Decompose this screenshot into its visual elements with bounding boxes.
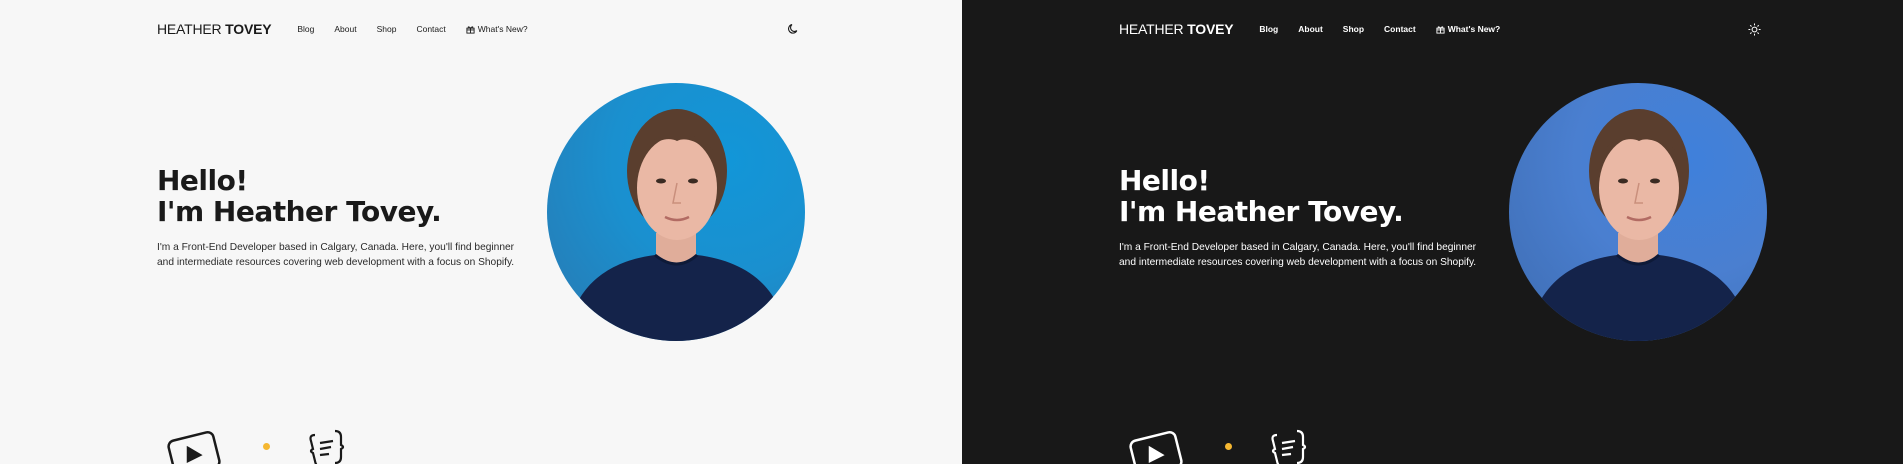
nav-whats-new-label: What's New? xyxy=(477,24,528,34)
document-icon xyxy=(309,429,345,464)
hero-heading-line2: I'm Heather Tovey. xyxy=(157,195,442,228)
nav-whats-new[interactable]: What's New? xyxy=(466,24,528,34)
nav-about[interactable]: About xyxy=(334,24,356,34)
nav-blog[interactable]: Blog xyxy=(297,24,314,34)
nav-shop[interactable]: Shop xyxy=(377,24,397,34)
site-logo-dark[interactable]: HEATHER TOVEY xyxy=(1119,21,1234,37)
hero-description: I'm a Front-End Developer based in Calga… xyxy=(157,240,514,270)
main-nav-dark: Blog About Shop Contact What's New? xyxy=(1259,24,1520,34)
sun-icon xyxy=(1747,22,1761,36)
logo-last-dark: TOVEY xyxy=(1187,21,1234,37)
play-icon xyxy=(1129,430,1183,464)
hero-heading-dark: Hello! I'm Heather Tovey. xyxy=(1119,164,1404,228)
hero-description-line1: I'm a Front-End Developer based in Calga… xyxy=(157,242,515,253)
logo-first: HEATHER xyxy=(157,21,226,37)
hero-description-line1-dark: I'm a Front-End Developer based in Calga… xyxy=(1119,242,1477,253)
profile-photo xyxy=(547,83,805,341)
light-theme-panel: HEATHER TOVEY Blog About Shop Contact Wh… xyxy=(0,0,962,464)
hero-description-line2-dark: and intermediate resources covering web … xyxy=(1119,257,1477,268)
nav-whats-new-label-dark: What's New? xyxy=(1447,24,1501,34)
main-nav: Blog About Shop Contact What's New? xyxy=(297,24,547,34)
logo-first-dark: HEATHER xyxy=(1119,21,1188,37)
nav-about-dark[interactable]: About xyxy=(1298,24,1323,34)
site-header-dark: HEATHER TOVEY Blog About Shop Contact Wh… xyxy=(1119,20,1520,38)
nav-contact[interactable]: Contact xyxy=(416,24,445,34)
dark-theme-panel: HEATHER TOVEY Blog About Shop Contact Wh… xyxy=(962,0,1903,464)
nav-shop-dark[interactable]: Shop xyxy=(1343,24,1364,34)
document-icon xyxy=(1271,429,1307,464)
hero-description-line2: and intermediate resources covering web … xyxy=(157,257,515,268)
profile-photo-dark xyxy=(1509,83,1767,341)
hero-description-dark: I'm a Front-End Developer based in Calga… xyxy=(1119,240,1476,270)
accent-dot-dark xyxy=(1225,443,1232,450)
hero-heading-line1-dark: Hello! xyxy=(1119,164,1210,197)
logo-last: TOVEY xyxy=(225,21,272,37)
theme-toggle-button[interactable] xyxy=(785,21,801,37)
nav-whats-new-dark[interactable]: What's New? xyxy=(1436,24,1501,34)
gift-icon xyxy=(466,25,475,34)
play-icon xyxy=(167,430,221,464)
nav-blog-dark[interactable]: Blog xyxy=(1259,24,1278,34)
theme-toggle-button-dark[interactable] xyxy=(1746,21,1762,37)
hero-heading: Hello! I'm Heather Tovey. xyxy=(157,164,442,228)
site-header: HEATHER TOVEY Blog About Shop Contact Wh… xyxy=(157,20,548,38)
site-logo[interactable]: HEATHER TOVEY xyxy=(157,21,272,37)
accent-dot xyxy=(263,443,270,450)
hero-heading-line1: Hello! xyxy=(157,164,248,197)
nav-contact-dark[interactable]: Contact xyxy=(1384,24,1416,34)
gift-icon xyxy=(1436,25,1445,34)
hero-heading-line2-dark: I'm Heather Tovey. xyxy=(1119,195,1404,228)
moon-icon xyxy=(788,24,798,34)
